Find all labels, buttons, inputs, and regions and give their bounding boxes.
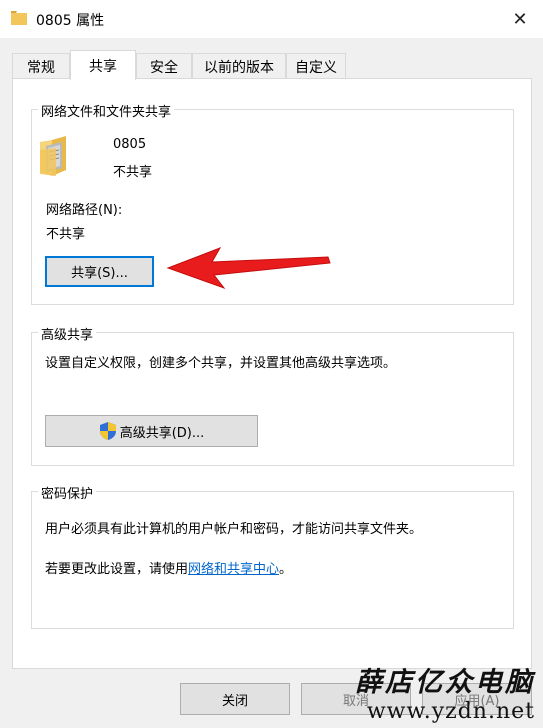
- tab-sharing[interactable]: 共享: [70, 50, 136, 80]
- window-title: 0805 属性: [36, 13, 105, 29]
- share-button[interactable]: 共享(S)...: [45, 256, 154, 287]
- network-share-group-label: 网络文件和文件夹共享: [38, 101, 175, 120]
- shared-folder-icon: [40, 136, 66, 176]
- folder-name: 0805: [113, 137, 147, 152]
- tab-security[interactable]: 安全: [136, 53, 192, 79]
- password-protect-description: 用户必须具有此计算机的用户帐户和密码，才能访问共享文件夹。: [45, 522, 423, 537]
- apply-button[interactable]: 应用(A): [422, 683, 532, 715]
- network-path-label: 网络路径(N):: [46, 203, 123, 218]
- advanced-share-button[interactable]: 高级共享(D)...: [45, 415, 258, 447]
- cancel-button[interactable]: 取消: [301, 683, 411, 715]
- folder-icon: [11, 11, 27, 25]
- advanced-share-button-label: 高级共享(D)...: [119, 425, 205, 441]
- advanced-share-group-label: 高级共享: [38, 324, 97, 343]
- advanced-share-description: 设置自定义权限，创建多个共享，并设置其他高级共享选项。: [45, 356, 397, 371]
- uac-shield-icon: [99, 422, 116, 440]
- close-window-button[interactable]: ✕: [497, 0, 543, 38]
- share-status: 不共享: [113, 165, 153, 180]
- change-setting-suffix: 。: [279, 562, 293, 577]
- tab-general[interactable]: 常规: [12, 53, 70, 79]
- tab-bar: 常规 共享 安全 以前的版本 自定义: [12, 50, 532, 80]
- close-button[interactable]: 关闭: [180, 683, 290, 715]
- network-sharing-center-link[interactable]: 网络和共享中心: [188, 562, 279, 577]
- tab-previous-versions[interactable]: 以前的版本: [192, 53, 286, 79]
- password-protect-group-label: 密码保护: [38, 483, 97, 502]
- network-path-value: 不共享: [46, 227, 86, 242]
- red-arrow-annotation: [166, 247, 331, 290]
- change-setting-prefix: 若要更改此设置，请使用: [45, 562, 189, 577]
- title-bar: 0805 属性 ✕: [0, 0, 543, 38]
- close-icon: ✕: [512, 8, 528, 30]
- change-setting-text: 若要更改此设置，请使用网络和共享中心。: [45, 558, 292, 577]
- tab-customize[interactable]: 自定义: [286, 53, 346, 79]
